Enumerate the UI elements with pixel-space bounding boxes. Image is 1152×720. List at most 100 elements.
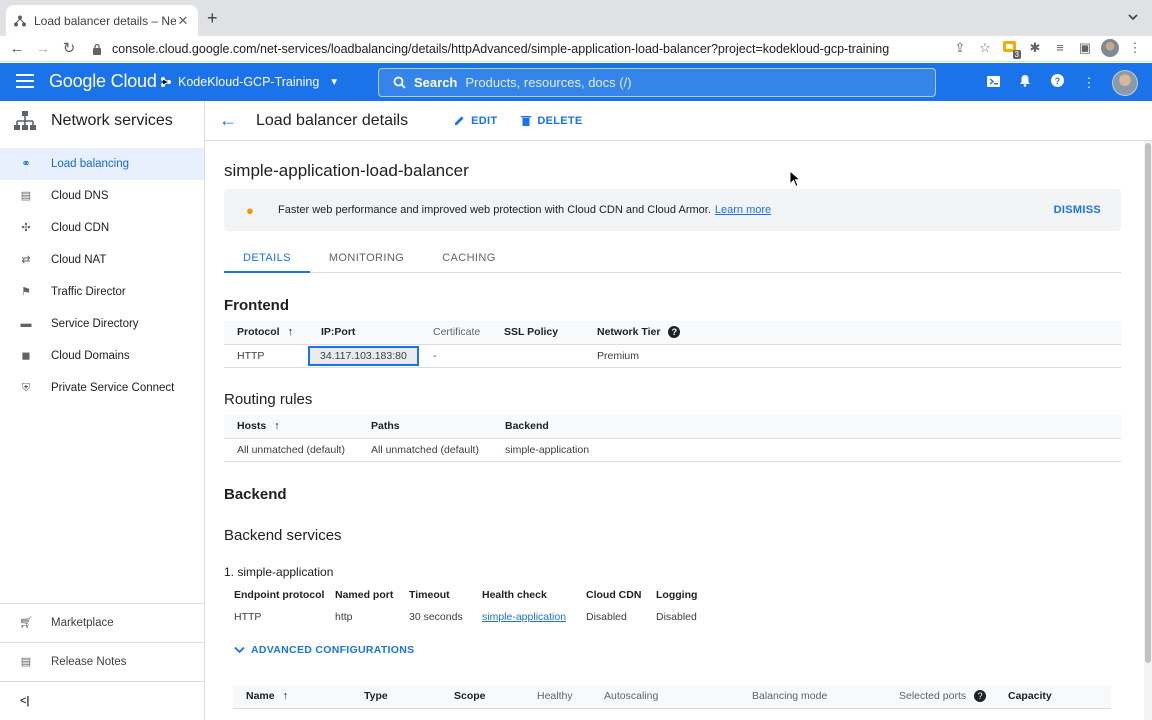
- trash-icon: [521, 116, 532, 126]
- load-balancing-favicon-icon: [14, 15, 26, 26]
- help-icon[interactable]: ?: [1048, 72, 1066, 94]
- forward-icon[interactable]: →: [34, 40, 52, 58]
- sidebar-item-cloud-domains[interactable]: ◼ Cloud Domains: [0, 340, 204, 372]
- dismiss-button[interactable]: DISMISS: [1054, 204, 1101, 216]
- banner-text: Faster web performance and improved web …: [278, 204, 711, 216]
- sidebar: Network services ⚭ Load balancing ▤ Clou…: [0, 101, 205, 720]
- column-header: Healthy: [524, 685, 591, 709]
- table-cell: -: [420, 344, 491, 368]
- column-header[interactable]: Protocol ↑: [224, 321, 308, 345]
- help-icon[interactable]: ?: [974, 690, 987, 703]
- sidebar-title-text: Network services: [51, 111, 173, 129]
- more-vert-icon[interactable]: ⋮: [1126, 39, 1144, 57]
- column-header: SSL Policy: [491, 321, 584, 345]
- svg-text:?: ?: [1054, 76, 1060, 86]
- console-header: Google Cloud KodeKloud-GCP-Training ▼ Se…: [0, 63, 1152, 101]
- sidebar-item-service-directory[interactable]: ▬ Service Directory: [0, 308, 204, 340]
- column-header: Type: [351, 685, 441, 709]
- reading-list-icon[interactable]: ≡: [1051, 39, 1069, 57]
- url-field[interactable]: console.cloud.google.com/net-services/lo…: [92, 40, 889, 58]
- lightbulb-icon: ●: [246, 202, 254, 218]
- table-cell: [491, 344, 584, 368]
- share-icon[interactable]: ⇪: [951, 39, 969, 57]
- ip-port-value[interactable]: 34.117.103.183:80: [308, 345, 419, 366]
- column-header: Paths: [358, 415, 492, 439]
- search-input[interactable]: Search Products, resources, docs (/): [378, 68, 936, 97]
- sidebar-item-cloud-dns[interactable]: ▤ Cloud DNS: [0, 180, 204, 212]
- sort-arrow-up-icon: ↑: [287, 326, 294, 339]
- help-icon[interactable]: ?: [668, 326, 681, 339]
- account-avatar[interactable]: [1112, 70, 1138, 96]
- column-header[interactable]: Name ↑: [233, 685, 351, 709]
- edit-button[interactable]: EDIT: [454, 115, 497, 127]
- column-header: Backend: [492, 415, 1121, 439]
- sort-arrow-up-icon: ↑: [282, 690, 289, 703]
- page-title: Load balancer details: [256, 111, 409, 129]
- google-cloud-logo[interactable]: Google Cloud: [49, 71, 157, 92]
- profile-avatar[interactable]: [1101, 39, 1119, 57]
- column-header: Selected ports?: [886, 685, 995, 709]
- side-panel-icon[interactable]: ▣: [1076, 39, 1094, 57]
- sidebar-item-label: Marketplace: [51, 617, 114, 629]
- notifications-icon[interactable]: [1016, 72, 1034, 94]
- table-row: HTTP 34.117.103.183:80 - Premium: [224, 344, 1121, 368]
- dns-icon: ▤: [20, 190, 32, 202]
- tab-monitoring[interactable]: MONITORING: [310, 242, 423, 273]
- sidebar-item-traffic-director[interactable]: ⚑ Traffic Director: [0, 276, 204, 308]
- project-icon: [161, 77, 171, 87]
- browser-tab[interactable]: Load balancer details – Netwo ✕: [6, 5, 198, 36]
- new-tab-icon[interactable]: +: [207, 9, 218, 27]
- field-named-port: Named port http: [335, 589, 394, 623]
- field-endpoint-protocol: Endpoint protocol HTTP: [234, 589, 325, 623]
- routing-rules-heading: Routing rules: [224, 391, 313, 408]
- table-cell: All unmatched (default): [224, 438, 358, 462]
- sidebar-item-release-notes[interactable]: ▤ Release Notes: [0, 643, 204, 681]
- column-header[interactable]: Hosts ↑: [224, 415, 358, 439]
- column-header: Capacity: [995, 685, 1111, 709]
- close-tab-icon[interactable]: ✕: [176, 13, 190, 29]
- search-placeholder: Products, resources, docs (/): [465, 75, 632, 90]
- search-icon: [393, 76, 406, 89]
- advanced-configurations-toggle[interactable]: ADVANCED CONFIGURATIONS: [234, 644, 414, 656]
- extension-icon[interactable]: 3: [1001, 39, 1021, 59]
- chevron-down-icon[interactable]: [1128, 12, 1138, 22]
- sidebar-item-label: Traffic Director: [51, 286, 126, 298]
- sidebar-item-cloud-cdn[interactable]: ✣ Cloud CDN: [0, 212, 204, 244]
- reload-icon[interactable]: ↻: [60, 40, 78, 58]
- learn-more-link[interactable]: Learn more: [715, 204, 771, 216]
- search-label: Search: [414, 75, 458, 90]
- back-arrow-icon[interactable]: ←: [219, 110, 239, 131]
- advanced-label: ADVANCED CONFIGURATIONS: [251, 644, 415, 656]
- sidebar-title: Network services: [0, 101, 204, 140]
- collapse-sidebar-icon[interactable]: <|: [20, 695, 30, 707]
- address-bar: ← → ↻ console.cloud.google.com/net-servi…: [0, 36, 1152, 62]
- menu-icon[interactable]: [16, 74, 34, 88]
- sidebar-item-cloud-nat[interactable]: ⇄ Cloud NAT: [0, 244, 204, 276]
- scrollbar-thumb[interactable]: [1145, 143, 1151, 663]
- tab-details[interactable]: DETAILS: [224, 242, 310, 273]
- delete-label: DELETE: [537, 114, 583, 127]
- column-header: Autoscaling: [591, 685, 739, 709]
- project-picker[interactable]: KodeKloud-GCP-Training ▼: [160, 75, 339, 89]
- sidebar-item-marketplace[interactable]: 🛒︎ Marketplace: [0, 604, 204, 642]
- edit-label: EDIT: [471, 114, 498, 127]
- health-check-link[interactable]: simple-application: [482, 611, 566, 623]
- table-cell: All unmatched (default): [358, 438, 492, 462]
- url-text: console.cloud.google.com/net-services/lo…: [112, 42, 890, 56]
- cdn-icon: ✣: [21, 222, 31, 234]
- table-header-row: Protocol ↑ IP:Port Certificate SSL Policy…: [224, 321, 1121, 345]
- sidebar-item-label: Load balancing: [51, 158, 130, 170]
- frontend-table: Protocol ↑ IP:Port Certificate SSL Policy…: [224, 321, 1121, 368]
- cloud-shell-icon[interactable]: [984, 72, 1002, 94]
- tab-caching[interactable]: CACHING: [423, 242, 515, 273]
- puzzle-icon[interactable]: ✱: [1026, 39, 1044, 57]
- sidebar-item-private-service-connect[interactable]: ⛨ Private Service Connect: [0, 372, 204, 404]
- sidebar-item-load-balancing[interactable]: ⚭ Load balancing: [0, 148, 204, 180]
- delete-button[interactable]: DELETE: [521, 115, 582, 127]
- back-icon[interactable]: ←: [8, 40, 26, 58]
- table-header-row: Name ↑ Type Scope Healthy Autoscaling Bal…: [233, 685, 1111, 709]
- load-balancer-name: simple-application-load-balancer: [224, 161, 469, 180]
- bookmark-star-icon[interactable]: ☆: [976, 39, 994, 57]
- more-vert-icon[interactable]: ⋮: [1080, 72, 1098, 94]
- project-name: KodeKloud-GCP-Training: [178, 75, 320, 89]
